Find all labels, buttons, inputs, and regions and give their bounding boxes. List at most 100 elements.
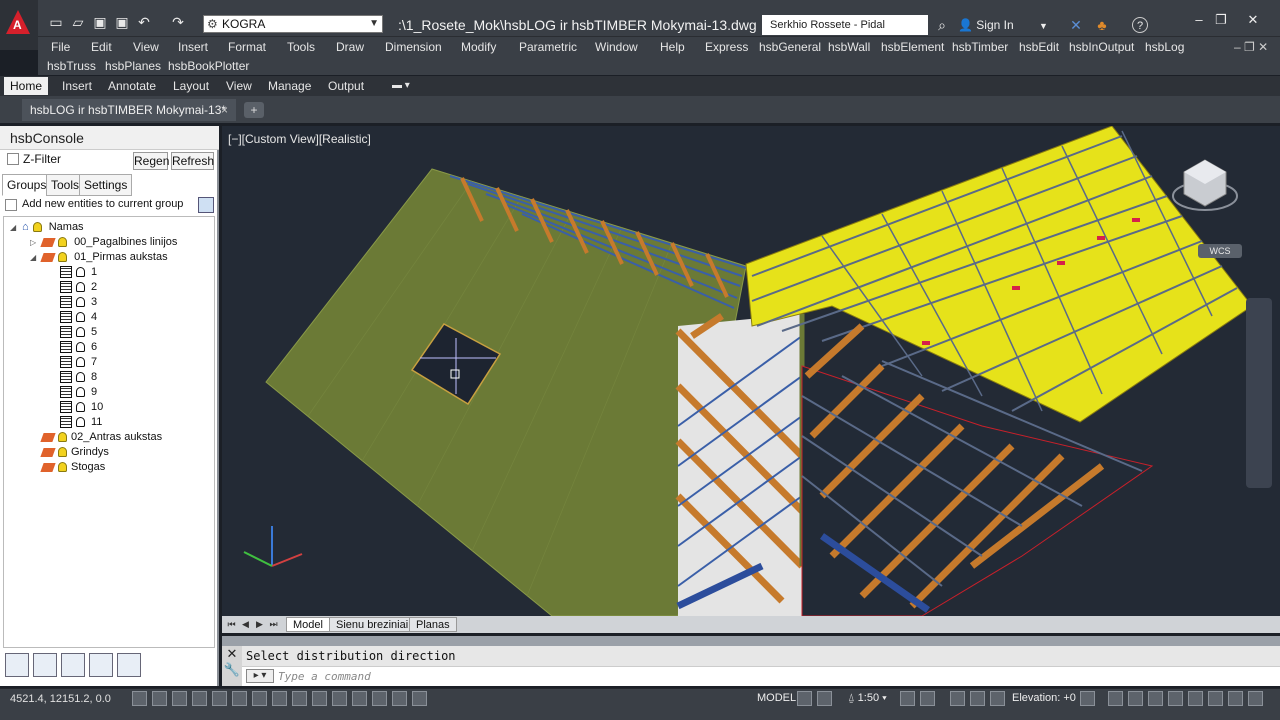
tree-node-subgroup[interactable]: 10 [60, 400, 103, 415]
bulb-off-icon[interactable] [76, 402, 85, 413]
menu-view[interactable]: View [133, 38, 159, 56]
layout-icon[interactable] [797, 691, 812, 706]
menu-hsbelement[interactable]: hsbElement [881, 38, 944, 56]
tree-node-root[interactable]: ◢ ⌂ Namas [10, 220, 84, 235]
wcs-menu[interactable]: WCS [1198, 244, 1242, 258]
tab-annotate[interactable]: Annotate [102, 77, 162, 95]
bulb-on-icon[interactable] [58, 447, 67, 458]
customize-icon[interactable] [1248, 691, 1263, 706]
transparency-icon[interactable] [352, 691, 367, 706]
bulb-on-icon[interactable] [58, 252, 67, 263]
search-input[interactable]: Serkhio Rossete - Pidal [762, 15, 928, 35]
grid-icon[interactable] [172, 691, 187, 706]
annotation-scale[interactable]: ⍙ 1:50 ▾ [848, 692, 887, 705]
menu-edit[interactable]: Edit [91, 38, 112, 56]
osnap-icon[interactable] [232, 691, 247, 706]
otrack-icon[interactable] [272, 691, 287, 706]
lock-icon[interactable] [970, 691, 985, 706]
collapse-icon[interactable]: ◢ [30, 250, 39, 265]
add-group-icon[interactable] [89, 653, 113, 677]
menu-hsbedit[interactable]: hsbEdit [1019, 38, 1059, 56]
tab-settings[interactable]: Settings [79, 174, 133, 196]
tab-view[interactable]: View [220, 77, 258, 95]
selection-cycling-icon[interactable] [392, 691, 407, 706]
connect-icon[interactable]: ♣ [1094, 17, 1110, 33]
menu-hsbgeneral[interactable]: hsbGeneral [759, 38, 821, 56]
bulb-on-icon[interactable] [32, 222, 42, 233]
help-icon[interactable]: ? [1132, 17, 1148, 33]
close-icon[interactable]: × [221, 99, 228, 121]
tab-model[interactable]: Model [286, 617, 330, 632]
group-light-icon[interactable] [117, 653, 141, 677]
polar-icon[interactable] [212, 691, 227, 706]
tab-layout[interactable]: Layout [167, 77, 215, 95]
tree-node-subgroup[interactable]: 9 [60, 385, 97, 400]
prev-tab-arrow-icon[interactable]: ◀ [240, 618, 251, 630]
new-tab-button[interactable]: + [244, 102, 264, 118]
menu-format[interactable]: Format [228, 38, 266, 56]
tree-node-subgroup[interactable]: 2 [60, 280, 97, 295]
menu-insert[interactable]: Insert [178, 38, 208, 56]
autoscale-icon[interactable] [920, 691, 935, 706]
menu-hsbwall[interactable]: hsbWall [828, 38, 870, 56]
tab-groups[interactable]: Groups [2, 174, 52, 196]
quick-properties-icon[interactable] [372, 691, 387, 706]
bulb-off-icon[interactable] [76, 327, 85, 338]
3d-osnap-icon[interactable] [252, 691, 267, 706]
command-prompt-icon[interactable]: ▸ ▾ [246, 669, 274, 683]
document-tab[interactable]: hsbLOG ir hsbTIMBER Mokymai-13* × [22, 99, 236, 121]
tree-node-subgroup[interactable]: 3 [60, 295, 97, 310]
menu-hsblog[interactable]: hsbLog [1145, 38, 1184, 56]
command-input[interactable]: Type a command [222, 666, 1280, 686]
lineweight-icon[interactable] [332, 691, 347, 706]
zfilter-checkbox[interactable] [7, 153, 19, 165]
add-new-entities-checkbox[interactable] [5, 199, 17, 211]
refresh-button[interactable]: Refresh [171, 152, 214, 170]
navigation-bar[interactable] [1246, 298, 1272, 488]
menu-dimension[interactable]: Dimension [385, 38, 442, 56]
menu-tools[interactable]: Tools [287, 38, 315, 56]
bulb-on-icon[interactable] [58, 462, 67, 473]
redo-icon[interactable]: ↷ [170, 14, 186, 30]
tab-home[interactable]: Home [4, 77, 49, 95]
status-tool-icon[interactable] [1188, 691, 1203, 706]
menu-help[interactable]: Help [660, 38, 685, 56]
bulb-on-icon[interactable] [58, 237, 67, 248]
group-settings-icon[interactable] [198, 197, 214, 213]
undo-icon[interactable]: ↶ [136, 14, 152, 30]
last-tab-arrow-icon[interactable]: ⏭ [268, 618, 279, 630]
tree-node-subgroup[interactable]: 6 [60, 340, 97, 355]
annotation-monitor-icon[interactable] [412, 691, 427, 706]
menu-hsbbookplotter[interactable]: hsbBookPlotter [168, 57, 249, 75]
ducs-icon[interactable] [292, 691, 307, 706]
maximize-viewport-icon[interactable] [817, 691, 832, 706]
bulb-on-icon[interactable] [58, 432, 67, 443]
bulb-off-icon[interactable] [76, 357, 85, 368]
bulb-off-icon[interactable] [76, 267, 85, 278]
viewport-controls-label[interactable]: [−][Custom View][Realistic] [228, 132, 371, 146]
tab-planas[interactable]: Planas [409, 617, 457, 632]
tree-node-subgroup[interactable]: 8 [60, 370, 97, 385]
mdi-controls[interactable]: – ❐ ✕ [1234, 38, 1268, 56]
bulb-off-icon[interactable] [76, 297, 85, 308]
application-menu-button[interactable]: A [0, 0, 38, 50]
next-tab-arrow-icon[interactable]: ▶ [254, 618, 265, 630]
new-group-icon[interactable] [33, 653, 57, 677]
menu-file[interactable]: File [51, 38, 70, 56]
menu-window[interactable]: Window [595, 38, 638, 56]
menu-hsbinoutput[interactable]: hsbInOutput [1069, 38, 1134, 56]
maximize-icon[interactable]: ❐ [1210, 12, 1232, 28]
menu-draw[interactable]: Draw [336, 38, 364, 56]
tab-output[interactable]: Output [322, 77, 370, 95]
bulb-off-icon[interactable] [76, 282, 85, 293]
tab-manage[interactable]: Manage [262, 77, 317, 95]
status-tool-icon[interactable] [1128, 691, 1143, 706]
group-info-icon[interactable] [61, 653, 85, 677]
workspace-switch-icon[interactable] [950, 691, 965, 706]
model-viewport[interactable]: [−][Custom View][Realistic] WCS [222, 126, 1280, 616]
dyn-icon[interactable] [312, 691, 327, 706]
hardware-acceleration-icon[interactable] [1080, 691, 1095, 706]
collapse-icon[interactable]: ◢ [10, 220, 19, 235]
tree-node-group[interactable]: ▷ 00_Pagalbines linijos [30, 235, 177, 250]
viewcube[interactable] [1170, 154, 1240, 224]
